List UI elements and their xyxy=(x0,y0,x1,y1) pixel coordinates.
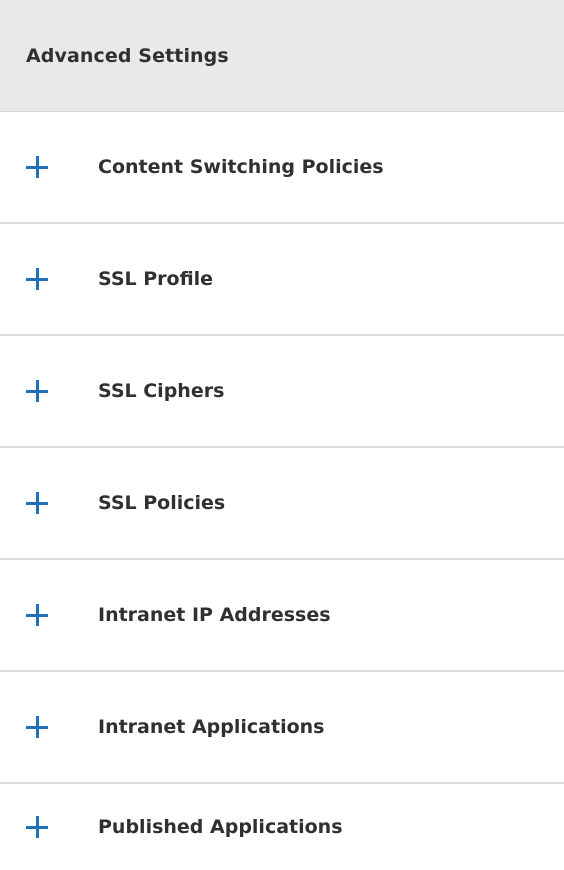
section-label: Intranet Applications xyxy=(98,716,325,738)
plus-icon[interactable] xyxy=(26,380,48,402)
plus-icon[interactable] xyxy=(26,268,48,290)
section-ssl-profile[interactable]: SSL Profile xyxy=(0,224,564,336)
section-published-applications[interactable]: Published Applications xyxy=(0,784,564,870)
section-label: Intranet IP Addresses xyxy=(98,604,331,626)
section-intranet-applications[interactable]: Intranet Applications xyxy=(0,672,564,784)
section-label: Content Switching Policies xyxy=(98,156,384,178)
section-label: SSL Profile xyxy=(98,268,214,290)
plus-icon[interactable] xyxy=(26,492,48,514)
section-label: SSL Policies xyxy=(98,492,226,514)
plus-icon[interactable] xyxy=(26,716,48,738)
section-label: SSL Ciphers xyxy=(98,380,225,402)
section-intranet-ip-addresses[interactable]: Intranet IP Addresses xyxy=(0,560,564,672)
panel-title: Advanced Settings xyxy=(26,44,229,67)
plus-icon[interactable] xyxy=(26,156,48,178)
plus-icon[interactable] xyxy=(26,816,48,838)
panel-header: Advanced Settings xyxy=(0,0,564,112)
section-content-switching-policies[interactable]: Content Switching Policies xyxy=(0,112,564,224)
plus-icon[interactable] xyxy=(26,604,48,626)
section-label: Published Applications xyxy=(98,816,343,838)
settings-section-list: Content Switching Policies SSL Profile S… xyxy=(0,112,564,870)
advanced-settings-panel: Advanced Settings Content Switching Poli… xyxy=(0,0,564,870)
section-ssl-policies[interactable]: SSL Policies xyxy=(0,448,564,560)
section-ssl-ciphers[interactable]: SSL Ciphers xyxy=(0,336,564,448)
